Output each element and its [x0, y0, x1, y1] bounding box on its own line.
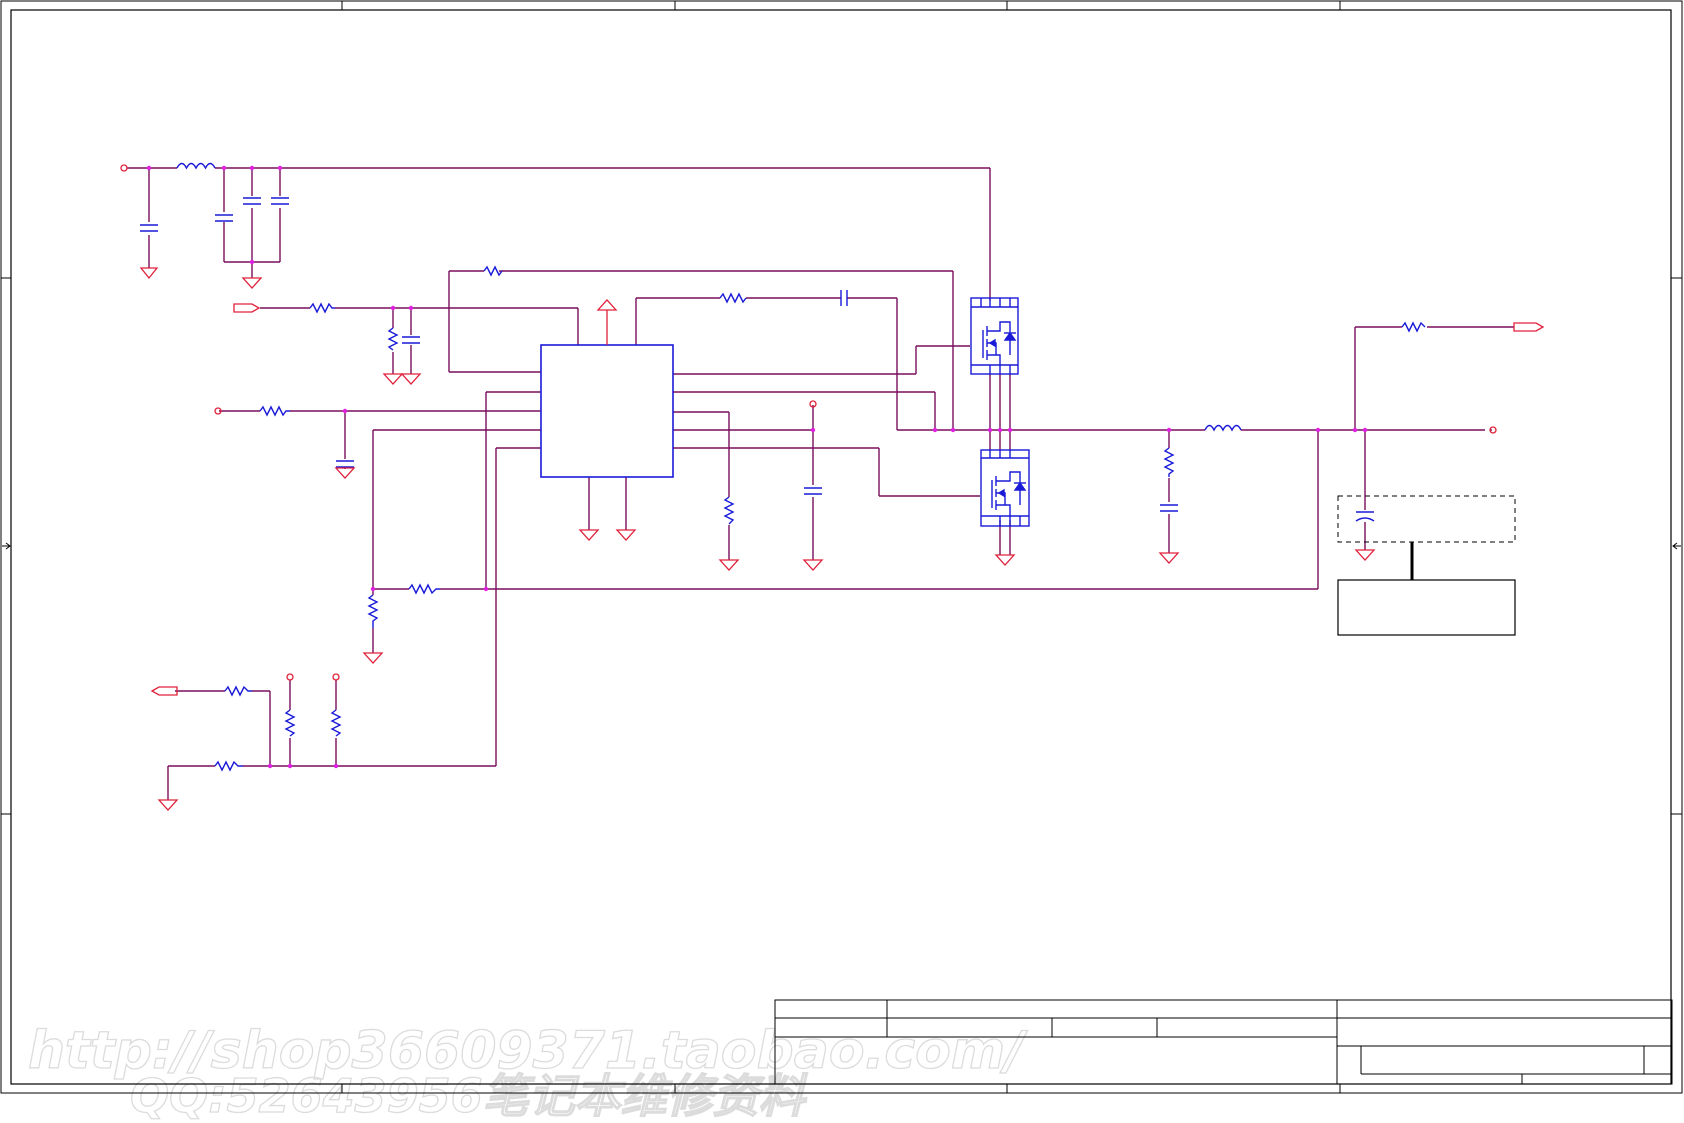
capacitor-c-in-4 [271, 197, 289, 205]
resistor-r-pullup-2 [330, 709, 342, 737]
terminal-pullup-2 [332, 673, 340, 681]
power-up-arrow-icon [596, 299, 618, 345]
inductor-l-out [1204, 424, 1242, 432]
junction-dots [146, 165, 1368, 769]
ground-icon [157, 799, 179, 811]
ground-icon [1158, 552, 1180, 564]
watermark-contact: QQ:52643956笔记本维修资料 [130, 1069, 809, 1123]
ground-symbols [139, 267, 1376, 811]
capacitor-c-in-1 [140, 224, 158, 232]
sheet-frame [0, 0, 1683, 1094]
resistor-r-in-pulldown [387, 327, 399, 351]
ground-icon [400, 373, 422, 385]
resistor-r-pullup-1 [284, 709, 296, 737]
ground-icon [578, 529, 600, 541]
resistor-r-out-sense [1401, 321, 1426, 333]
capacitor-c-vcc [804, 487, 822, 495]
ground-icon [362, 652, 384, 664]
ground-icon [139, 267, 159, 280]
ground-icon [1354, 549, 1376, 561]
ground-icon [382, 373, 404, 385]
port-enable-arrow [150, 686, 178, 696]
capacitor-c-out [1355, 511, 1375, 522]
ground-icon [334, 467, 356, 479]
resistor-r-ilim [723, 496, 735, 525]
schematic-sheet: http://shop36609371.taobao.com/ QQ:52643… [0, 0, 1683, 1123]
resistor-r-in [309, 302, 335, 314]
resistors [214, 265, 1426, 772]
port-output-arrow [1513, 322, 1545, 332]
low-side-mosfet [980, 449, 1030, 527]
capacitor-c-snubber [1160, 504, 1178, 512]
resistor-r-en-series [214, 760, 243, 772]
inductor-l-in [176, 162, 216, 170]
ground-icon [718, 559, 740, 571]
terminal-pullup-1 [286, 673, 294, 681]
capacitor-c-ref [336, 460, 354, 468]
resistor-r-fb-lower [367, 594, 379, 628]
ground-icon [802, 559, 824, 571]
ground-icon [615, 529, 637, 541]
capacitors [140, 197, 1375, 522]
capacitor-c-filter [402, 336, 420, 344]
pwm-controller-ic [540, 344, 674, 478]
capacitor-c-in-3 [243, 197, 261, 205]
port-input-arrow [233, 303, 261, 313]
capacitor-c-boot [840, 290, 848, 306]
resistor-r-boot [719, 292, 747, 304]
wires [127, 167, 1514, 800]
resistor-r-en-in [224, 685, 252, 697]
resistor-r-fb-bottom [408, 583, 440, 595]
resistor-r-ref [259, 405, 290, 417]
optional-capacitor-group [1337, 495, 1516, 636]
inductors [176, 162, 1242, 432]
high-side-mosfet [970, 297, 1019, 375]
ground-icon [994, 554, 1016, 566]
terminal-vin [120, 164, 128, 172]
resistor-r-snubber [1163, 447, 1175, 477]
ground-icon [241, 277, 263, 289]
capacitor-c-in-2 [215, 214, 233, 222]
